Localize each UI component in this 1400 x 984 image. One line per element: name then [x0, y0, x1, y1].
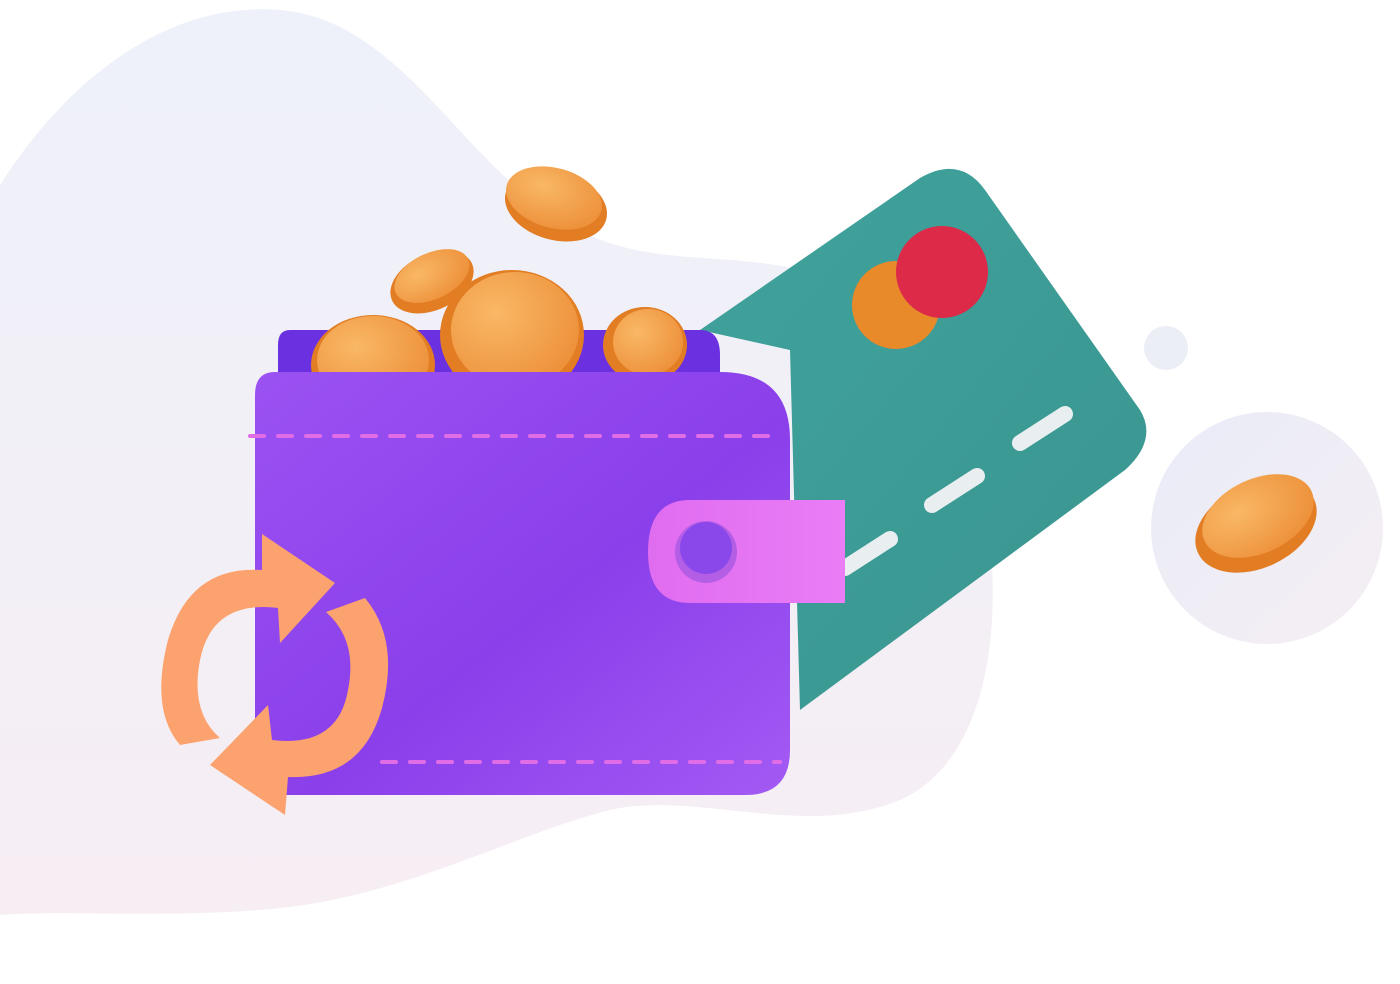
wallet-illustration [0, 0, 1400, 984]
illustration-canvas [0, 9, 1383, 916]
wallet-button [675, 521, 737, 583]
coin-icon [603, 307, 687, 383]
decorative-dot [1144, 326, 1188, 370]
